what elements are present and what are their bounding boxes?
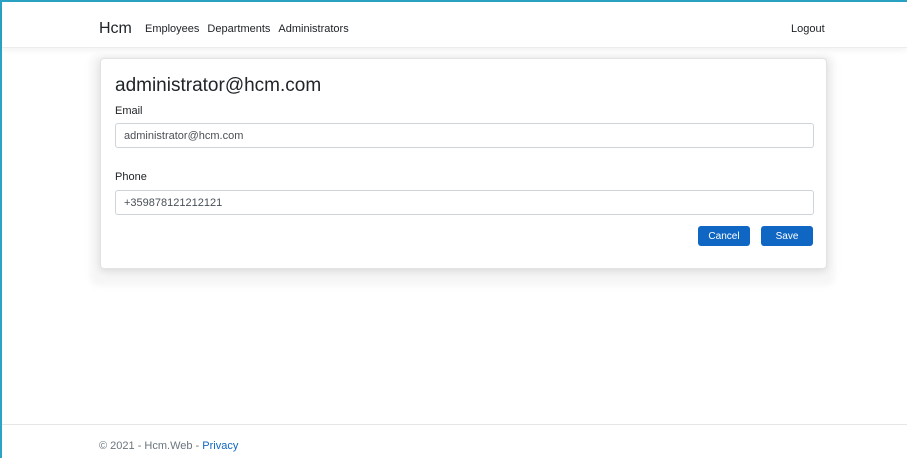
page-footer: © 2021 - Hcm.Web - Privacy (2, 424, 907, 458)
privacy-link[interactable]: Privacy (202, 440, 238, 452)
phone-field[interactable] (115, 190, 814, 215)
cancel-button[interactable]: Cancel (698, 226, 750, 246)
nav-links: Employees Departments Administrators (145, 23, 349, 35)
phone-label: Phone (115, 171, 147, 183)
brand-link[interactable]: Hcm (99, 20, 132, 38)
save-button[interactable]: Save (761, 226, 813, 246)
email-field[interactable] (115, 123, 814, 148)
nav-link-administrators[interactable]: Administrators (278, 23, 348, 35)
nav-link-departments[interactable]: Departments (207, 23, 270, 35)
nav-link-employees[interactable]: Employees (145, 23, 199, 35)
page-title: administrator@hcm.com (115, 75, 322, 96)
administrator-edit-card: administrator@hcm.com Email Phone Cancel… (100, 58, 827, 269)
logout-link[interactable]: Logout (791, 23, 825, 35)
top-navbar: Hcm Employees Departments Administrators… (2, 2, 907, 48)
footer-copyright: © 2021 - Hcm.Web - (99, 440, 203, 452)
footer-text: © 2021 - Hcm.Web - Privacy (99, 440, 238, 452)
email-label: Email (115, 105, 143, 117)
